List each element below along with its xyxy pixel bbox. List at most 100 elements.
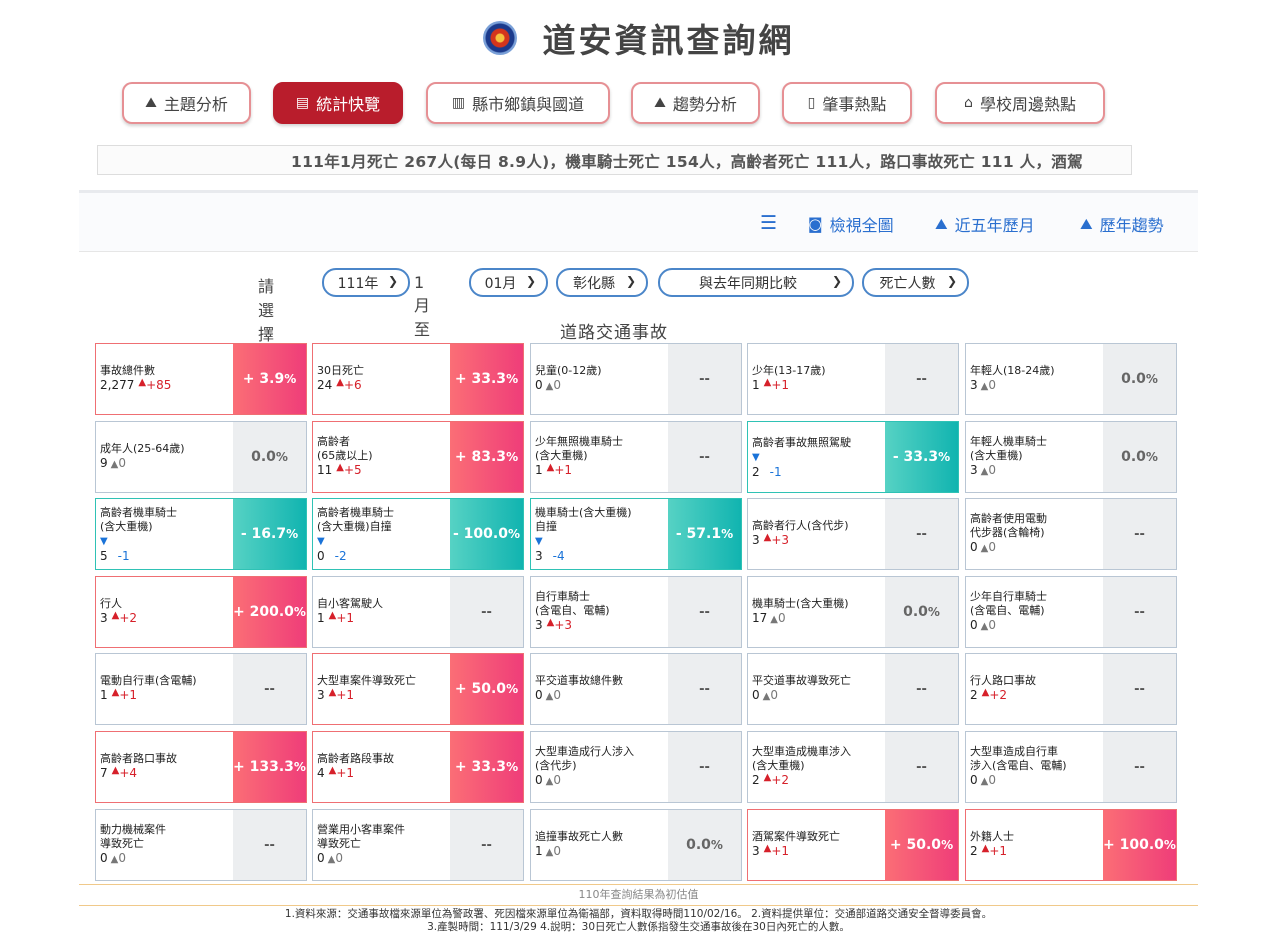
stat-info: 年輕人(18-24歲) 3 ▲0 — [970, 344, 1100, 414]
bar-chart-icon: ▥ — [451, 95, 466, 111]
stat-card[interactable]: 動力機械案件 導致死亡 0 ▲0 -- — [95, 809, 307, 881]
stat-percent-value: + 83.3 — [454, 449, 507, 465]
stat-percent: -- — [885, 344, 958, 414]
newspaper-icon: ▤ — [295, 95, 310, 111]
stat-percent-value: + 100.0 — [1103, 837, 1164, 853]
stat-card[interactable]: 平交道事故導致死亡 0 ▲0 -- — [747, 653, 959, 725]
stat-title: 酒駕案件導致死亡 — [752, 830, 840, 843]
list-button[interactable]: ☰ — [760, 212, 784, 234]
stat-percent-value: + 33.3 — [454, 759, 507, 775]
stat-card[interactable]: 30日死亡24+6+ 33.3% — [312, 343, 524, 415]
stat-delta: +5 — [336, 463, 362, 477]
nav-county-township[interactable]: ▥ 縣市鄉鎮與國道 — [426, 82, 610, 124]
nav-hotspots[interactable]: ▯ 肇事熱點 — [782, 82, 912, 124]
view-all-button[interactable]: ◙ 檢視全圖 — [808, 212, 894, 236]
stat-card[interactable]: 兒童(0-12歲) 0 ▲0 -- — [530, 343, 742, 415]
stat-card[interactable]: 高齡者路段事故4 +1 + 33.3% — [312, 731, 524, 803]
stat-card[interactable]: 高齡者 (65歲以上)11+5+ 83.3% — [312, 421, 524, 493]
stat-percent-value: 0.0 — [686, 837, 711, 853]
county-select[interactable]: 彰化縣 ❯ — [556, 268, 648, 297]
stat-delta: -2 — [334, 548, 347, 563]
stat-card[interactable]: 外籍人士2 +1 + 100.0% — [965, 809, 1177, 881]
stat-card[interactable]: 平交道事故總件數 0 ▲0 -- — [530, 653, 742, 725]
stat-card[interactable]: 酒駕案件導致死亡3 +1 + 50.0% — [747, 809, 959, 881]
stat-value: 1 — [752, 378, 760, 392]
stat-card[interactable]: 大型車案件導致死亡3 +1 + 50.0% — [312, 653, 524, 725]
stat-title: 30日死亡 — [317, 364, 364, 377]
stat-card[interactable]: 成年人(25-64歲) 9 ▲0 0.0% — [95, 421, 307, 493]
stat-info: 行人3 +2 — [100, 577, 230, 647]
stat-card[interactable]: 行人3 +2 + 200.0% — [95, 576, 307, 648]
stat-card[interactable]: 電動自行車(含電輔)1 +1 -- — [95, 653, 307, 725]
month-select[interactable]: 01月 ❯ — [469, 268, 548, 297]
percent-unit: % — [275, 450, 288, 464]
nav-trend-analysis[interactable]: ⛰ 趨勢分析 — [631, 82, 760, 124]
stat-percent-value: -- — [1134, 526, 1145, 542]
stat-card[interactable]: 少年無照機車騎士 (含大重機)1 +1 -- — [530, 421, 742, 493]
year-select[interactable]: 111年 ❯ — [322, 268, 410, 297]
stat-percent: - 100.0% — [450, 499, 523, 569]
history-trend-button[interactable]: ⛰ 歷年趨勢 — [1080, 212, 1164, 236]
percent-unit: % — [938, 450, 951, 464]
nav-stats-overview[interactable]: ▤ 統計快覽 — [273, 82, 403, 124]
site-logo — [482, 21, 517, 55]
stat-card[interactable]: 大型車造成機車涉入 (含大重機)2 +2 -- — [747, 731, 959, 803]
compare-value: 與去年同期比較 — [699, 275, 797, 292]
stat-card[interactable]: 高齡者事故無照駕駛 2 -1 - 33.3% — [747, 421, 959, 493]
stat-card[interactable]: 高齡者機車騎士 (含大重機)自撞 0 -2 - 100.0% — [312, 498, 524, 570]
county-value: 彰化縣 — [573, 275, 615, 292]
map-icon: ▯ — [807, 95, 816, 111]
stat-card[interactable]: 機車騎士(含大重機) 17 ▲0 0.0% — [747, 576, 959, 648]
stat-card[interactable]: 年輕人機車騎士 (含大重機) 3 ▲0 0.0% — [965, 421, 1177, 493]
stat-card[interactable]: 高齡者行人(含代步)3 +3 -- — [747, 498, 959, 570]
stat-card[interactable]: 少年自行車騎士 (含電自、電輔) 0 ▲0 -- — [965, 576, 1177, 648]
stat-title: 高齡者機車騎士 (含大重機)自撞 — [317, 505, 394, 533]
nav-label: 趨勢分析 — [672, 95, 737, 114]
nav-school-hotspots[interactable]: ⌂ 學校周邊熱點 — [935, 82, 1105, 124]
stat-info: 營業用小客車案件 導致死亡 0 ▲0 — [317, 810, 447, 880]
stat-title: 外籍人士 — [970, 830, 1014, 843]
stat-delta: +1 — [764, 844, 789, 858]
percent-unit: % — [507, 527, 520, 541]
stat-percent-value: -- — [699, 681, 710, 697]
nav-topic-analysis[interactable]: ⛰ 主題分析 — [122, 82, 251, 124]
stat-card[interactable]: 自行車騎士 (含電自、電輔)3 +3 -- — [530, 576, 742, 648]
stat-percent: + 133.3% — [233, 732, 306, 802]
percent-unit: % — [1163, 838, 1176, 852]
source-line-2: 3.產製時間：111/3/29 4.說明：30日死亡人數係指發生交通事故後在30… — [427, 921, 850, 933]
stat-info: 機車騎士(含大重機) 自撞 3 -4 — [535, 499, 665, 569]
stat-card[interactable]: 高齡者使用電動 代步器(含輪椅) 0 ▲0 -- — [965, 498, 1177, 570]
stat-info: 高齡者機車騎士 (含大重機) 5 -1 — [100, 499, 230, 569]
stat-card[interactable]: 年輕人(18-24歲) 3 ▲0 0.0% — [965, 343, 1177, 415]
stat-value: 2 — [752, 464, 760, 479]
percent-unit: % — [506, 450, 519, 464]
stat-card[interactable]: 高齡者機車騎士 (含大重機) 5 -1 - 16.7% — [95, 498, 307, 570]
chevron-down-icon: ❯ — [525, 274, 536, 288]
stat-card[interactable]: 機車騎士(含大重機) 自撞 3 -4 - 57.1% — [530, 498, 742, 570]
stat-delta: 0 — [988, 378, 996, 392]
stat-percent-value: - 16.7 — [240, 526, 287, 542]
stat-value-row: 3 ▲0 — [970, 463, 1100, 479]
stat-card[interactable]: 高齡者路口事故7 +4 + 133.3% — [95, 731, 307, 803]
area-chart-icon: ⛰ — [654, 95, 666, 111]
stat-card[interactable]: 少年(13-17歲)1 +1 -- — [747, 343, 959, 415]
stat-card[interactable]: 行人路口事故2 +2 -- — [965, 653, 1177, 725]
stat-card[interactable]: 自小客駕駛人1 +1 -- — [312, 576, 524, 648]
stat-delta: +1 — [329, 611, 354, 625]
stat-card[interactable]: 事故總件數2,277+85+ 3.9% — [95, 343, 307, 415]
stat-info: 兒童(0-12歲) 0 ▲0 — [535, 344, 665, 414]
stat-card[interactable]: 營業用小客車案件 導致死亡 0 ▲0 -- — [312, 809, 524, 881]
compare-select[interactable]: 與去年同期比較 ❯ — [658, 268, 854, 297]
stat-percent: -- — [1103, 499, 1176, 569]
stat-value-row: 0 ▲0 — [970, 540, 1100, 556]
stat-delta: +2 — [112, 611, 137, 625]
stat-value: 17 — [752, 611, 768, 625]
stat-card[interactable]: 大型車造成自行車 涉入(含電自、電輔) 0 ▲0 -- — [965, 731, 1177, 803]
stat-card[interactable]: 追撞事故死亡人數 1 ▲0 0.0% — [530, 809, 742, 881]
stat-percent: + 33.3% — [450, 732, 523, 802]
five-year-button[interactable]: ⛰ 近五年歷月 — [935, 212, 1035, 236]
stat-card[interactable]: 大型車造成行人涉入 (含代步) 0 ▲0 -- — [530, 731, 742, 803]
metric-select[interactable]: 死亡人數 ❯ — [862, 268, 969, 297]
stat-delta: 0 — [553, 378, 561, 392]
stat-percent-value: -- — [1134, 759, 1145, 775]
